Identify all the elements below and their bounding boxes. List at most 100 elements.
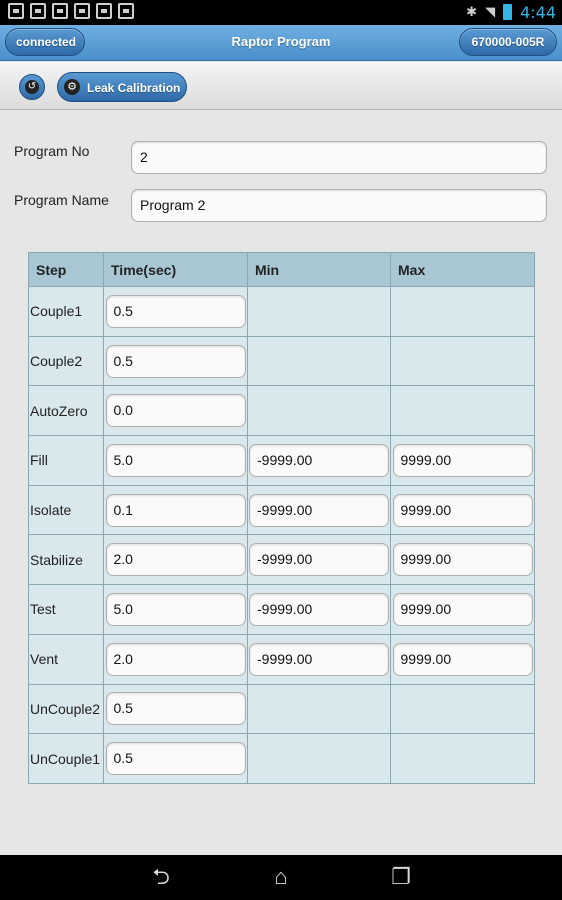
table-row: Fill 5.0 -9999.00 9999.00 — [28, 435, 535, 486]
max-input[interactable]: 9999.00 — [392, 493, 533, 527]
min-cell: -9999.00 — [247, 484, 391, 536]
time-cell: 5.0 — [103, 435, 248, 486]
home-nav-icon[interactable]: ⌂ — [259, 863, 303, 891]
max-input[interactable]: 9999.00 — [392, 543, 533, 577]
time-cell: 0.5 — [103, 286, 248, 337]
max-cell: 9999.00 — [390, 584, 535, 635]
table-row: Isolate 0.1 -9999.00 9999.00 — [28, 484, 535, 536]
recent-apps-icon[interactable]: ❐ — [379, 863, 423, 891]
leak-calibration-button[interactable]: ⚙ Leak Calibration — [57, 72, 187, 102]
program-name-input[interactable]: Program 2 — [131, 189, 547, 222]
time-cell: 5.0 — [103, 584, 248, 635]
min-cell: -9999.00 — [247, 633, 391, 685]
app-header: connected Raptor Program 670000-005R — [0, 25, 562, 61]
download-icon — [8, 3, 24, 19]
min-cell: -9999.00 — [247, 435, 391, 486]
column-header-time: Time(sec) — [103, 252, 248, 287]
time-input[interactable]: 5.0 — [105, 443, 246, 477]
time-cell: 0.5 — [103, 733, 248, 784]
time-input[interactable]: 0.5 — [105, 294, 246, 328]
min-cell — [247, 335, 391, 387]
back-nav-icon[interactable]: ⮌ — [139, 863, 183, 891]
table-row: Vent 2.0 -9999.00 9999.00 — [28, 633, 535, 685]
min-cell: -9999.00 — [247, 584, 391, 635]
step-name: Test — [28, 584, 104, 635]
time-input[interactable]: 2.0 — [105, 642, 246, 676]
time-input[interactable]: 0.1 — [105, 493, 246, 527]
time-input[interactable]: 2.0 — [105, 543, 246, 577]
briefcase-icon — [118, 3, 134, 19]
min-cell: -9999.00 — [247, 534, 391, 586]
download-icon — [52, 3, 68, 19]
min-input[interactable]: -9999.00 — [249, 592, 389, 626]
time-cell: 0.0 — [103, 385, 248, 437]
table-header-row: Step Time(sec) Min Max — [28, 252, 535, 287]
step-name: Vent — [28, 633, 104, 685]
table-row: Test 5.0 -9999.00 9999.00 — [28, 584, 535, 635]
program-name-label: Program Name — [14, 192, 109, 208]
min-cell — [247, 286, 391, 337]
battery-icon — [503, 4, 513, 20]
min-input[interactable]: -9999.00 — [249, 443, 389, 477]
table-row: UnCouple1 0.5 — [28, 733, 535, 784]
step-name: Stabilize — [28, 534, 104, 586]
min-input[interactable]: -9999.00 — [249, 642, 389, 676]
max-cell: 9999.00 — [390, 484, 535, 536]
device-id-button[interactable]: 670000-005R — [459, 28, 557, 56]
max-cell — [390, 733, 535, 784]
time-cell: 0.5 — [103, 683, 248, 735]
min-cell — [247, 385, 391, 437]
max-cell: 9999.00 — [390, 435, 535, 486]
table-row: Couple2 0.5 — [28, 335, 535, 387]
step-name: UnCouple1 — [28, 733, 104, 784]
time-cell: 2.0 — [103, 633, 248, 685]
table-row: Stabilize 2.0 -9999.00 9999.00 — [28, 534, 535, 586]
time-input[interactable]: 5.0 — [105, 592, 246, 626]
max-cell: 9999.00 — [390, 534, 535, 586]
wifi-icon: ◥ — [485, 4, 496, 19]
min-cell — [247, 733, 391, 784]
gear-icon: ⚙ — [64, 79, 80, 95]
max-cell — [390, 385, 535, 437]
time-input[interactable]: 0.0 — [105, 394, 246, 428]
step-name: Couple1 — [28, 286, 104, 337]
program-no-input[interactable]: 2 — [131, 141, 547, 174]
min-input[interactable]: -9999.00 — [249, 543, 389, 577]
status-bar: ✱ ◥ 4:44 — [0, 0, 562, 25]
time-input[interactable]: 0.5 — [105, 344, 246, 378]
time-cell: 0.5 — [103, 335, 248, 387]
max-input[interactable]: 9999.00 — [392, 642, 533, 676]
bluetooth-icon: ✱ — [466, 4, 478, 19]
time-input[interactable]: 0.5 — [105, 742, 246, 776]
time-input[interactable]: 0.5 — [105, 692, 246, 726]
max-input[interactable]: 9999.00 — [392, 592, 533, 626]
column-header-step: Step — [28, 252, 104, 287]
max-cell — [390, 683, 535, 735]
leak-calibration-label: Leak Calibration — [87, 81, 181, 95]
back-icon: ↺ — [25, 80, 39, 94]
steps-table: Step Time(sec) Min Max Couple1 0.5 Coupl… — [28, 252, 535, 784]
time-cell: 0.1 — [103, 484, 248, 536]
table-row: Couple1 0.5 — [28, 286, 535, 337]
briefcase-check-icon — [96, 3, 112, 19]
min-input[interactable]: -9999.00 — [249, 493, 389, 527]
max-cell — [390, 335, 535, 387]
max-input[interactable]: 9999.00 — [392, 443, 533, 477]
briefcase-check-icon — [74, 3, 90, 19]
program-no-label: Program No — [14, 143, 90, 159]
column-header-min: Min — [247, 252, 391, 287]
table-row: UnCouple2 0.5 — [28, 683, 535, 735]
step-name: Fill — [28, 435, 104, 486]
step-name: AutoZero — [28, 385, 104, 437]
image-icon — [30, 3, 46, 19]
navigation-bar: ⮌ ⌂ ❐ — [0, 855, 562, 900]
step-name: Isolate — [28, 484, 104, 536]
min-cell — [247, 683, 391, 735]
toolbar: ↺ ⚙ Leak Calibration — [0, 62, 562, 110]
max-cell: 9999.00 — [390, 633, 535, 685]
back-button[interactable]: ↺ — [19, 74, 45, 100]
column-header-max: Max — [390, 252, 535, 287]
max-cell — [390, 286, 535, 337]
step-name: UnCouple2 — [28, 683, 104, 735]
step-name: Couple2 — [28, 335, 104, 387]
